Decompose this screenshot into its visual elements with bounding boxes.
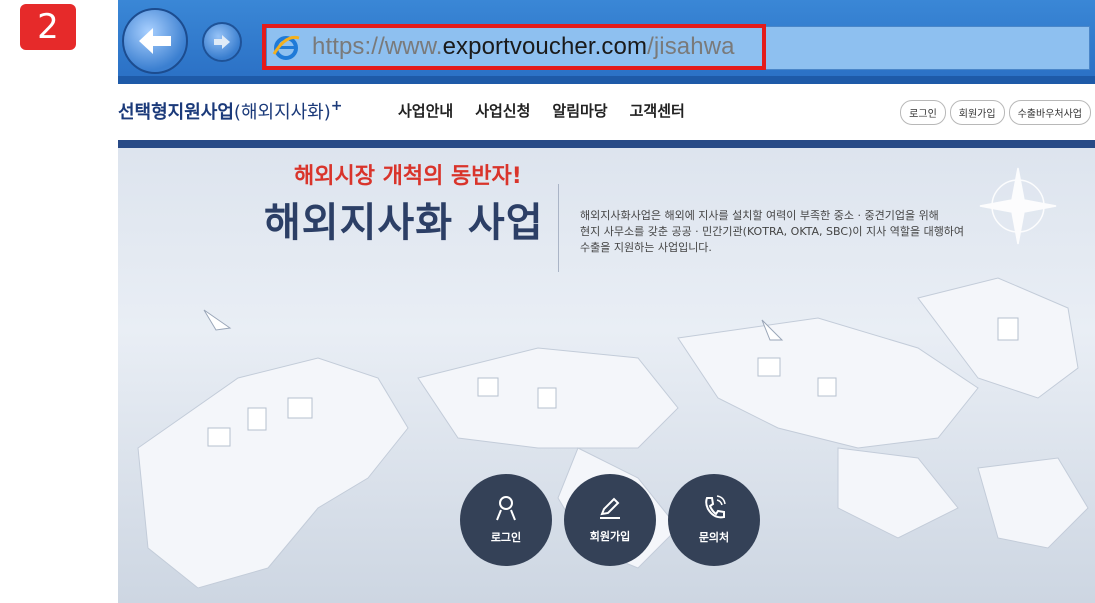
- util-export-voucher-button[interactable]: 수출바우처사업: [1008, 100, 1091, 125]
- forward-arrow-icon: [214, 35, 230, 49]
- pencil-icon: [600, 497, 620, 519]
- hero-separator: [558, 184, 559, 272]
- hero-subtitle: 해외시장 개척의 동반자!: [294, 164, 522, 189]
- user-icon: [496, 496, 516, 521]
- nav-item-customer-center[interactable]: 고객센터: [630, 100, 685, 121]
- hero-login-label: 로그인: [490, 531, 522, 544]
- site-logo[interactable]: 선택형지원사업(해외지사화)+: [118, 98, 343, 124]
- header-divider: [118, 140, 1095, 148]
- url-prefix: https://www.: [312, 33, 443, 60]
- address-content[interactable]: https://www.exportvoucher.com/jisahwa: [270, 28, 735, 66]
- logo-plus: +: [330, 98, 343, 114]
- phone-icon: [705, 495, 726, 519]
- main-nav: 사업안내 사업신청 알림마당 고객센터: [398, 100, 685, 121]
- back-arrow-icon: [139, 28, 171, 54]
- url-path: /jisahwa: [647, 33, 735, 60]
- internet-explorer-icon: [270, 31, 302, 63]
- logo-main: 선택형지원사업: [118, 102, 234, 123]
- util-login-button[interactable]: 로그인: [900, 100, 946, 125]
- step-badge: 2: [20, 4, 76, 50]
- hero-desc-line: 수출을 지원하는 사업입니다.: [580, 241, 712, 254]
- hero-title: 해외지사화 사업: [264, 200, 544, 246]
- hero-contact-button[interactable]: 문의처: [668, 474, 760, 566]
- hero-banner: 해외시장 개척의 동반자! 해외지사화 사업 해외지사화사업은 해외에 지사를 …: [118, 148, 1095, 603]
- hero-join-button[interactable]: 회원가입: [564, 474, 656, 566]
- url-text: https://www.exportvoucher.com/jisahwa: [312, 33, 735, 61]
- back-button[interactable]: [122, 8, 188, 74]
- hero-desc-line: 현지 사무소를 갖춘 공공 · 민간기관(KOTRA, OKTA, SBC)이 …: [580, 225, 965, 238]
- hero-login-button[interactable]: 로그인: [460, 474, 552, 566]
- nav-item-application[interactable]: 사업신청: [475, 100, 530, 121]
- nav-item-notices[interactable]: 알림마당: [552, 100, 607, 121]
- toolbar-strip: [118, 76, 1095, 84]
- utility-links: 로그인 회원가입 수출바우처사업: [900, 100, 1091, 125]
- site-header: 선택형지원사업(해외지사화)+ 사업안내 사업신청 알림마당 고객센터 로그인 …: [118, 84, 1095, 140]
- hero-join-label: 회원가입: [589, 530, 631, 543]
- hero-contact-label: 문의처: [698, 531, 730, 544]
- forward-button[interactable]: [202, 22, 242, 62]
- logo-paren: (해외지사화): [233, 102, 331, 123]
- util-join-button[interactable]: 회원가입: [949, 100, 1005, 125]
- url-domain: exportvoucher.com: [442, 33, 648, 60]
- hero-desc-line: 해외지사화사업은 해외에 지사를 설치할 여력이 부족한 중소 · 중견기업을 …: [580, 209, 939, 222]
- nav-item-business-info[interactable]: 사업안내: [398, 100, 453, 121]
- hero-description: 해외지사화사업은 해외에 지사를 설치할 여력이 부족한 중소 · 중견기업을 …: [580, 208, 970, 256]
